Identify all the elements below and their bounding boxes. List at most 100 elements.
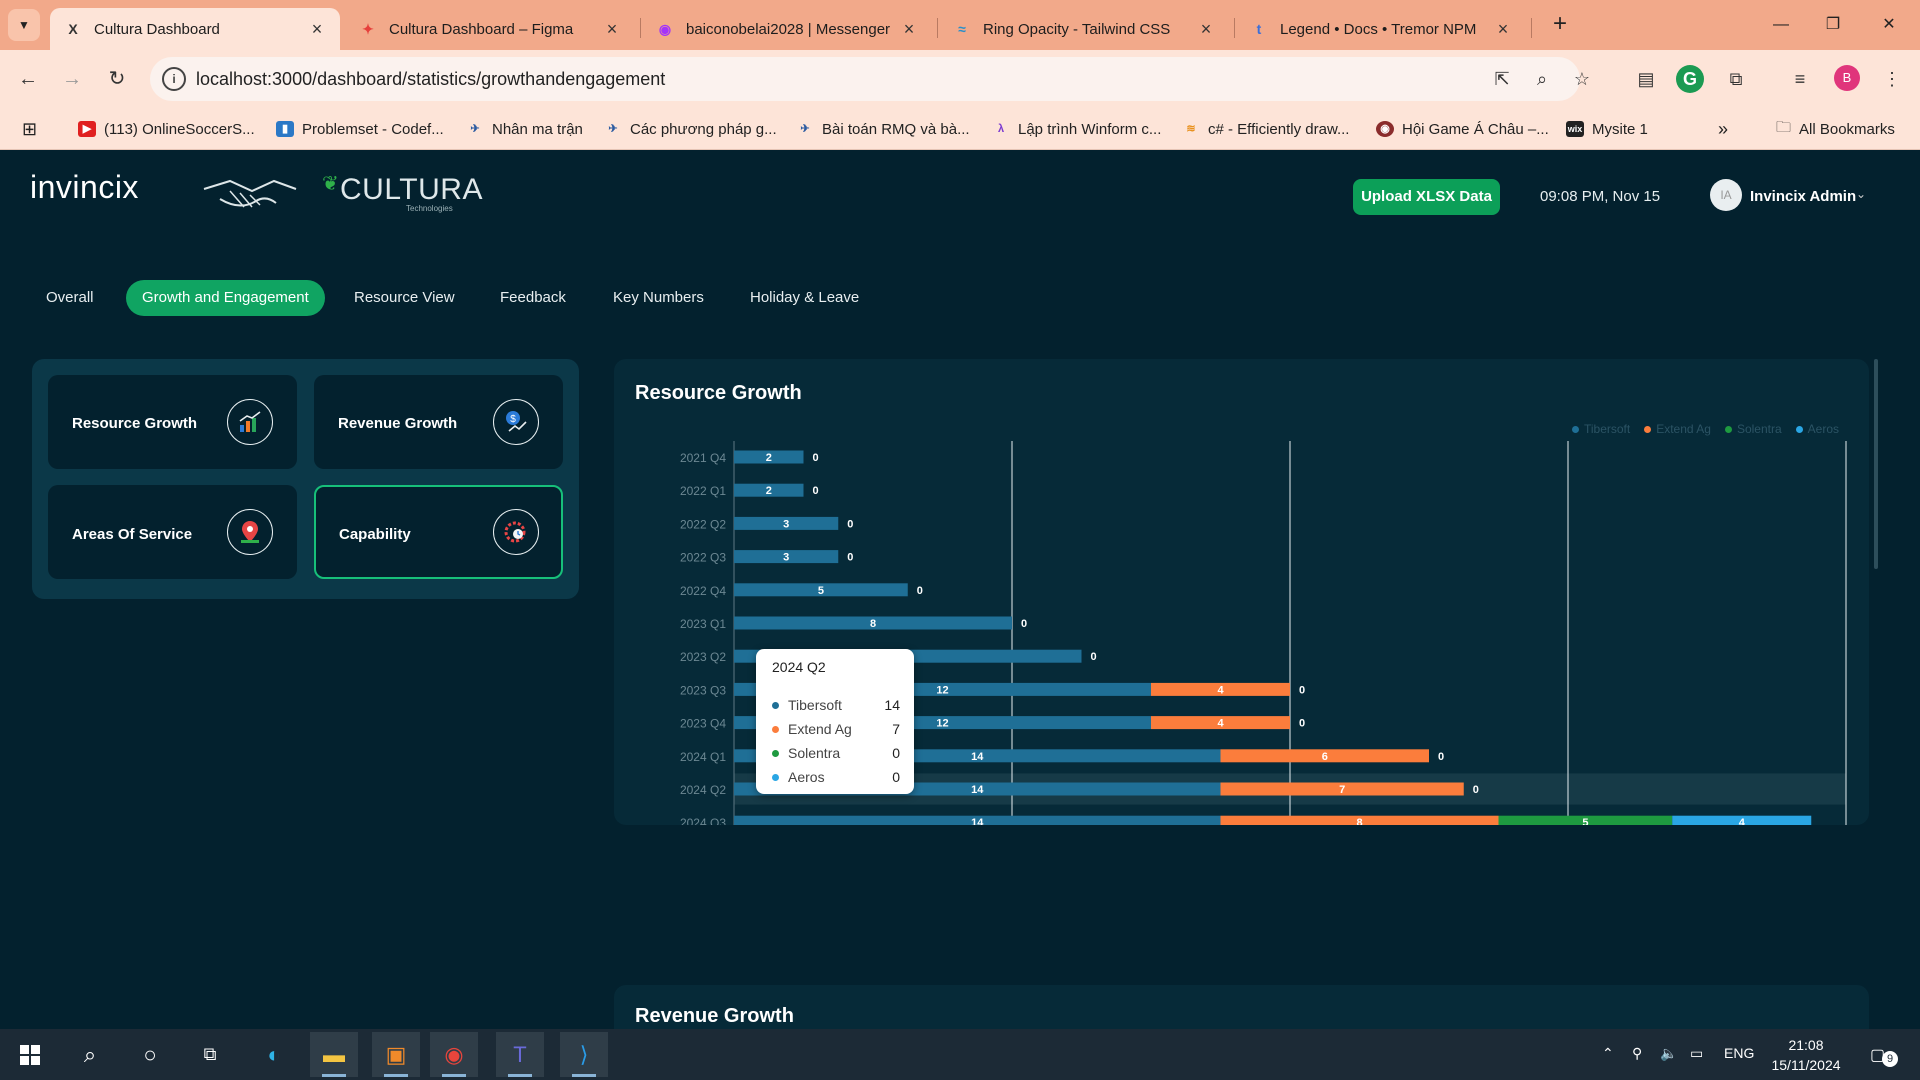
y-category-label: 2022 Q3: [680, 551, 726, 565]
tooltip-series-value: 14: [884, 697, 900, 713]
task-view-icon[interactable]: ⧉: [186, 1032, 234, 1077]
card-capability[interactable]: Capability: [314, 485, 563, 579]
browser-tab-cultura[interactable]: X Cultura Dashboard ×: [50, 8, 340, 50]
search-icon[interactable]: ⌕: [66, 1032, 114, 1077]
menu-kebab-icon[interactable]: ⋮: [1878, 65, 1906, 93]
all-bookmarks-folder[interactable]: 🗀 All Bookmarks: [1776, 118, 1895, 140]
game-icon: ◉: [1376, 121, 1394, 137]
bar-zero-label: 0: [1473, 784, 1479, 796]
vscode-icon[interactable]: ⟩: [560, 1032, 608, 1077]
media-control-icon[interactable]: ≡: [1786, 65, 1814, 93]
tab-key-numbers[interactable]: Key Numbers: [597, 280, 720, 316]
card-revenue-growth[interactable]: Revenue Growth $: [314, 375, 563, 469]
tooltip-row: Aeros 0: [772, 767, 900, 787]
notification-badge: 9: [1882, 1051, 1898, 1067]
volume-icon[interactable]: 🔈: [1660, 1045, 1677, 1062]
tooltip-series-name: Solentra: [788, 745, 841, 761]
card-label: Revenue Growth: [338, 415, 458, 432]
tab-search-button[interactable]: ▼: [8, 9, 40, 41]
codeforces-icon: ▮: [276, 121, 294, 137]
battery-icon[interactable]: ▭: [1690, 1045, 1703, 1062]
card-label: Resource Growth: [72, 415, 198, 432]
more-bookmarks-icon[interactable]: »: [1718, 118, 1728, 140]
bookmark-item[interactable]: ◉ Hội Game Á Châu –...: [1376, 118, 1549, 140]
bookmark-item[interactable]: ✈ Các phương pháp g...: [604, 118, 776, 140]
bar-value-label: 3: [783, 518, 789, 530]
close-icon[interactable]: ×: [900, 19, 918, 40]
profile-avatar[interactable]: B: [1834, 65, 1860, 91]
close-icon[interactable]: ×: [1494, 19, 1512, 40]
browser-tab-figma[interactable]: ✦ Cultura Dashboard – Figma ×: [345, 8, 635, 50]
card-areas-of-service[interactable]: Areas Of Service: [48, 485, 297, 579]
reload-button[interactable]: ↻: [101, 63, 133, 95]
tailwind-favicon-icon: ≈: [958, 21, 966, 37]
bookmark-item[interactable]: ▮ Problemset - Codef...: [276, 118, 444, 140]
bookmark-item[interactable]: ✈ Nhân ma trận: [466, 118, 583, 140]
revenue-growth-chart-panel: Revenue Growth: [614, 985, 1869, 1029]
extensions-icon[interactable]: ⧉: [1722, 65, 1750, 93]
browser-tab-messenger[interactable]: ◉ baiconobelai2028 | Messenger ×: [642, 8, 932, 50]
y-category-label: 2023 Q2: [680, 650, 726, 664]
open-in-app-icon[interactable]: ⇱: [1490, 67, 1514, 91]
bar-value-label: 14: [971, 784, 984, 796]
user-avatar[interactable]: IA: [1710, 179, 1742, 211]
bar-zero-label: 0: [812, 452, 818, 464]
address-bar[interactable]: i localhost:3000/dashboard/statistics/gr…: [150, 57, 1590, 101]
user-name[interactable]: Invincix Admin: [1750, 188, 1856, 205]
pdf-reader-icon[interactable]: ▣: [372, 1032, 420, 1077]
minimize-button[interactable]: —: [1758, 10, 1804, 40]
bookmark-label: Problemset - Codef...: [302, 120, 444, 138]
reading-mode-icon[interactable]: ▤: [1632, 65, 1660, 93]
chrome-icon[interactable]: ◉: [430, 1032, 478, 1077]
bar-value-label: 5: [818, 585, 824, 597]
new-tab-button[interactable]: +: [1544, 9, 1576, 41]
show-hidden-icons-icon[interactable]: ⌃: [1602, 1045, 1614, 1062]
page-scrollbar[interactable]: [1874, 359, 1878, 569]
site-info-icon[interactable]: i: [162, 67, 186, 91]
bookmark-item[interactable]: ✈ Bài toán RMQ và bà...: [796, 118, 969, 140]
bookmark-item[interactable]: ≋ c# - Efficiently draw...: [1182, 118, 1349, 140]
tab-growth-and-engagement[interactable]: Growth and Engagement: [126, 280, 325, 316]
tab-title: Legend • Docs • Tremor NPM: [1280, 20, 1477, 38]
cortana-icon[interactable]: ○: [126, 1032, 174, 1077]
url-text[interactable]: localhost:3000/dashboard/statistics/grow…: [196, 69, 665, 90]
card-resource-growth[interactable]: Resource Growth: [48, 375, 297, 469]
file-explorer-icon[interactable]: ▬: [310, 1032, 358, 1077]
close-icon[interactable]: ×: [308, 19, 326, 40]
windows-taskbar: ⌕ ○ ⧉ ◐ ▬ ▣ ◉ T ⟩ ⌃ ⚲ 🔈 ▭ ENG 21:08 15/1…: [0, 1029, 1920, 1080]
bar-value-label: 8: [870, 618, 876, 630]
bookmark-item[interactable]: wix Mysite 1: [1566, 118, 1648, 140]
folder-icon: 🗀: [1776, 118, 1792, 136]
bookmark-star-icon[interactable]: ☆: [1570, 67, 1594, 91]
forward-button[interactable]: →: [56, 63, 88, 95]
tab-holiday-and-leave[interactable]: Holiday & Leave: [734, 280, 875, 316]
tab-overall[interactable]: Overall: [30, 280, 110, 316]
tab-resource-view[interactable]: Resource View: [338, 280, 471, 316]
back-button[interactable]: ←: [12, 63, 44, 95]
close-icon[interactable]: ×: [603, 19, 621, 40]
close-icon[interactable]: ×: [1197, 19, 1215, 40]
language-indicator[interactable]: ENG: [1724, 1045, 1754, 1061]
apps-grid-icon[interactable]: ⊞: [22, 118, 37, 140]
window-close-button[interactable]: ✕: [1866, 10, 1912, 40]
bar-zero-label: 0: [917, 585, 923, 597]
browser-tab-tailwind[interactable]: ≈ Ring Opacity - Tailwind CSS ×: [939, 8, 1229, 50]
bookmark-item[interactable]: ▶ (113) OnlineSoccerS...: [78, 118, 255, 140]
grammarly-extension-icon[interactable]: G: [1676, 65, 1704, 93]
tab-feedback[interactable]: Feedback: [484, 280, 582, 316]
tab-title: Ring Opacity - Tailwind CSS: [983, 20, 1171, 38]
teams-icon[interactable]: T: [496, 1032, 544, 1077]
system-clock[interactable]: 21:08 15/11/2024: [1770, 1035, 1842, 1075]
bookmark-item[interactable]: λ Lập trình Winform c...: [992, 118, 1161, 140]
y-category-label: 2022 Q1: [680, 484, 726, 498]
browser-tab-tremor[interactable]: t Legend • Docs • Tremor NPM ×: [1236, 8, 1526, 50]
zoom-icon[interactable]: ⌕: [1530, 67, 1554, 91]
upload-xlsx-button[interactable]: Upload XLSX Data: [1353, 179, 1500, 215]
chevron-down-icon[interactable]: ⌄: [1856, 187, 1866, 201]
windows-start-icon[interactable]: [6, 1032, 54, 1077]
restore-button[interactable]: ❐: [1810, 10, 1856, 40]
tooltip-series-name: Extend Ag: [788, 721, 852, 737]
edge-browser-icon[interactable]: ◐: [250, 1032, 298, 1077]
network-icon[interactable]: ⚲: [1632, 1045, 1642, 1062]
map-pin-icon: [227, 509, 273, 555]
